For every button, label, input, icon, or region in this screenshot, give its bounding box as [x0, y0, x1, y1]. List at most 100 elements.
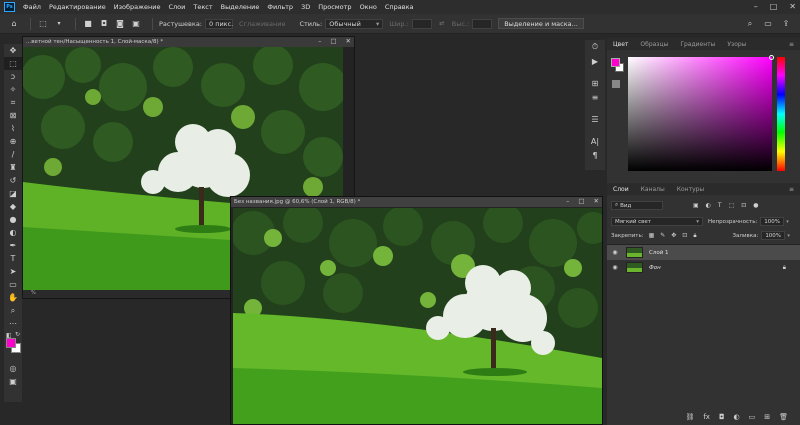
document-tab-2[interactable]: Без названия.jpg @ 60,6% (Слой 1, RGB/8)… — [231, 197, 602, 207]
style-select[interactable]: Обычный ▾ — [325, 18, 384, 29]
maximize-icon[interactable]: □ — [770, 2, 778, 11]
document-canvas-2[interactable] — [233, 208, 602, 424]
lasso-tool-icon[interactable]: ↄ — [4, 70, 22, 83]
pixel-filter-icon[interactable]: ▣ — [693, 202, 699, 209]
lock-transparent-icon[interactable]: ▦ — [649, 232, 655, 240]
tab-color[interactable]: Цвет — [607, 41, 634, 48]
menu-filter[interactable]: Фильтр — [267, 3, 293, 11]
menu-image[interactable]: Изображение — [114, 3, 161, 11]
antialias-checkbox[interactable]: Сглаживание — [239, 20, 285, 28]
layer-style-icon[interactable]: fx — [703, 413, 710, 421]
menu-window[interactable]: Окно — [360, 3, 377, 11]
chevron-down-icon[interactable]: ▾ — [787, 233, 790, 239]
magic-wand-tool-icon[interactable]: ✧ — [4, 83, 22, 96]
chevron-down-icon[interactable]: ▾ — [786, 219, 789, 225]
blur-tool-icon[interactable]: ● — [4, 213, 22, 226]
opacity-input[interactable]: 100% — [760, 217, 785, 226]
width-input[interactable] — [411, 18, 432, 29]
panel-menu-icon[interactable]: ≡ — [789, 186, 794, 193]
smart-object-filter-icon[interactable]: ⊡ — [741, 202, 746, 209]
adjustment-filter-icon[interactable]: ◐ — [706, 202, 711, 209]
minimize-icon[interactable]: – — [318, 37, 321, 45]
paint-bucket-tool-icon[interactable]: ◆ — [4, 200, 22, 213]
lock-position-icon[interactable]: ✥ — [671, 232, 676, 240]
actions-icon[interactable]: ▶ — [585, 54, 605, 68]
subtract-selection-icon[interactable]: ◙ — [114, 19, 126, 29]
layer-row[interactable]: ◉ Слой 1 — [607, 245, 800, 260]
properties-icon[interactable]: ≡ — [585, 90, 605, 104]
marquee-tool-icon[interactable]: ⬚ — [4, 57, 22, 70]
delete-layer-icon[interactable]: 🗑︎ — [779, 413, 788, 421]
menu-select[interactable]: Выделение — [221, 3, 260, 11]
photoshop-logo[interactable]: Ps — [4, 2, 15, 12]
menu-layers[interactable]: Слои — [168, 3, 185, 11]
chevron-down-icon[interactable]: ▾ — [53, 19, 65, 29]
lock-all-icon[interactable]: 🔒︎ — [693, 232, 696, 240]
tab-swatches[interactable]: Образцы — [634, 41, 674, 48]
shape-filter-icon[interactable]: ⬚ — [729, 202, 735, 209]
lock-artboard-icon[interactable]: ⊡ — [682, 232, 687, 240]
crop-tool-icon[interactable]: ⌗ — [4, 96, 22, 109]
adjustments-icon[interactable]: ⊞ — [585, 76, 605, 90]
gamut-warning-icon[interactable] — [612, 80, 620, 88]
close-icon[interactable]: ✕ — [594, 197, 599, 205]
new-adjustment-icon[interactable]: ◐ — [734, 413, 740, 421]
swap-colors-icon[interactable]: ↻ — [15, 331, 20, 338]
tab-paths[interactable]: Контуры — [671, 186, 710, 193]
new-selection-icon[interactable]: ■ — [82, 19, 94, 29]
visibility-eye-icon[interactable]: ◉ — [610, 249, 620, 256]
fill-input[interactable]: 100% — [761, 231, 786, 240]
color-picker-field[interactable] — [628, 55, 774, 171]
frame-tool-icon[interactable]: ⊠ — [4, 109, 22, 122]
move-tool-icon[interactable]: ✥ — [4, 44, 22, 57]
hand-tool-icon[interactable]: ✋ — [4, 291, 22, 304]
marquee-preset-icon[interactable]: ⬚ — [37, 19, 49, 29]
eyedropper-tool-icon[interactable]: ⌇ — [4, 122, 22, 135]
history-brush-tool-icon[interactable]: ↺ — [4, 174, 22, 187]
home-icon[interactable]: ⌂ — [8, 19, 20, 29]
panel-menu-icon[interactable]: ≡ — [789, 41, 794, 48]
menu-3d[interactable]: 3D — [301, 3, 310, 11]
menu-type[interactable]: Текст — [193, 3, 212, 11]
screen-mode-icon[interactable]: ▣ — [4, 375, 22, 388]
minimize-icon[interactable]: – — [566, 197, 569, 205]
history-icon[interactable]: ⏱ — [585, 40, 605, 54]
blend-mode-select[interactable]: Мягкий свет ▾ — [611, 217, 703, 226]
select-mask-button[interactable]: Выделение и маска... — [498, 18, 584, 29]
hue-slider[interactable] — [777, 57, 785, 171]
workspace-icon[interactable]: ▭ — [762, 19, 774, 29]
tab-gradients[interactable]: Градиенты — [674, 41, 721, 48]
link-layers-icon[interactable]: ⛓ — [685, 413, 694, 421]
clone-stamp-tool-icon[interactable]: ♜ — [4, 161, 22, 174]
search-icon[interactable]: ⌕ — [744, 19, 756, 29]
new-layer-icon[interactable]: ⊞ — [764, 413, 770, 421]
lock-icon[interactable]: 🔒︎ — [783, 264, 786, 272]
tab-layers[interactable]: Слои — [607, 186, 635, 193]
zoom-tool-icon[interactable]: ⌕ — [4, 304, 22, 317]
document-tab-1[interactable]: ...ветной тен/Насыщенность 1, Слой-маска… — [23, 37, 354, 47]
eraser-tool-icon[interactable]: ◪ — [4, 187, 22, 200]
foreground-color-swatch[interactable] — [611, 58, 620, 67]
dodge-tool-icon[interactable]: ◐ — [4, 226, 22, 239]
type-filter-icon[interactable]: T — [718, 202, 722, 209]
share-icon[interactable]: ⇪ — [780, 19, 792, 29]
path-selection-tool-icon[interactable]: ➤ — [4, 265, 22, 278]
picker-cursor[interactable] — [769, 55, 774, 60]
tab-patterns[interactable]: Узоры — [721, 41, 752, 48]
close-icon[interactable]: ✕ — [789, 2, 796, 11]
maximize-icon[interactable]: □ — [330, 37, 336, 45]
character-icon[interactable]: A| — [585, 134, 605, 148]
swap-icon[interactable]: ⇄ — [436, 19, 448, 29]
intersect-selection-icon[interactable]: ▣ — [130, 19, 142, 29]
foreground-color-swatch[interactable] — [6, 338, 16, 348]
menu-view[interactable]: Просмотр — [318, 3, 351, 11]
document-window-2[interactable]: Без названия.jpg @ 60,6% (Слой 1, RGB/8)… — [230, 196, 603, 425]
layer-row[interactable]: ◉ Фон 🔒︎ — [607, 260, 800, 275]
paragraph-icon[interactable]: ¶ — [585, 148, 605, 162]
more-tools-icon[interactable]: ⋯ — [4, 317, 22, 330]
minimize-icon[interactable]: – — [754, 2, 758, 11]
libraries-icon[interactable]: ☰ — [585, 112, 605, 126]
tab-channels[interactable]: Каналы — [635, 186, 671, 193]
rectangle-tool-icon[interactable]: ▭ — [4, 278, 22, 291]
menu-edit[interactable]: Редактирование — [49, 3, 106, 11]
